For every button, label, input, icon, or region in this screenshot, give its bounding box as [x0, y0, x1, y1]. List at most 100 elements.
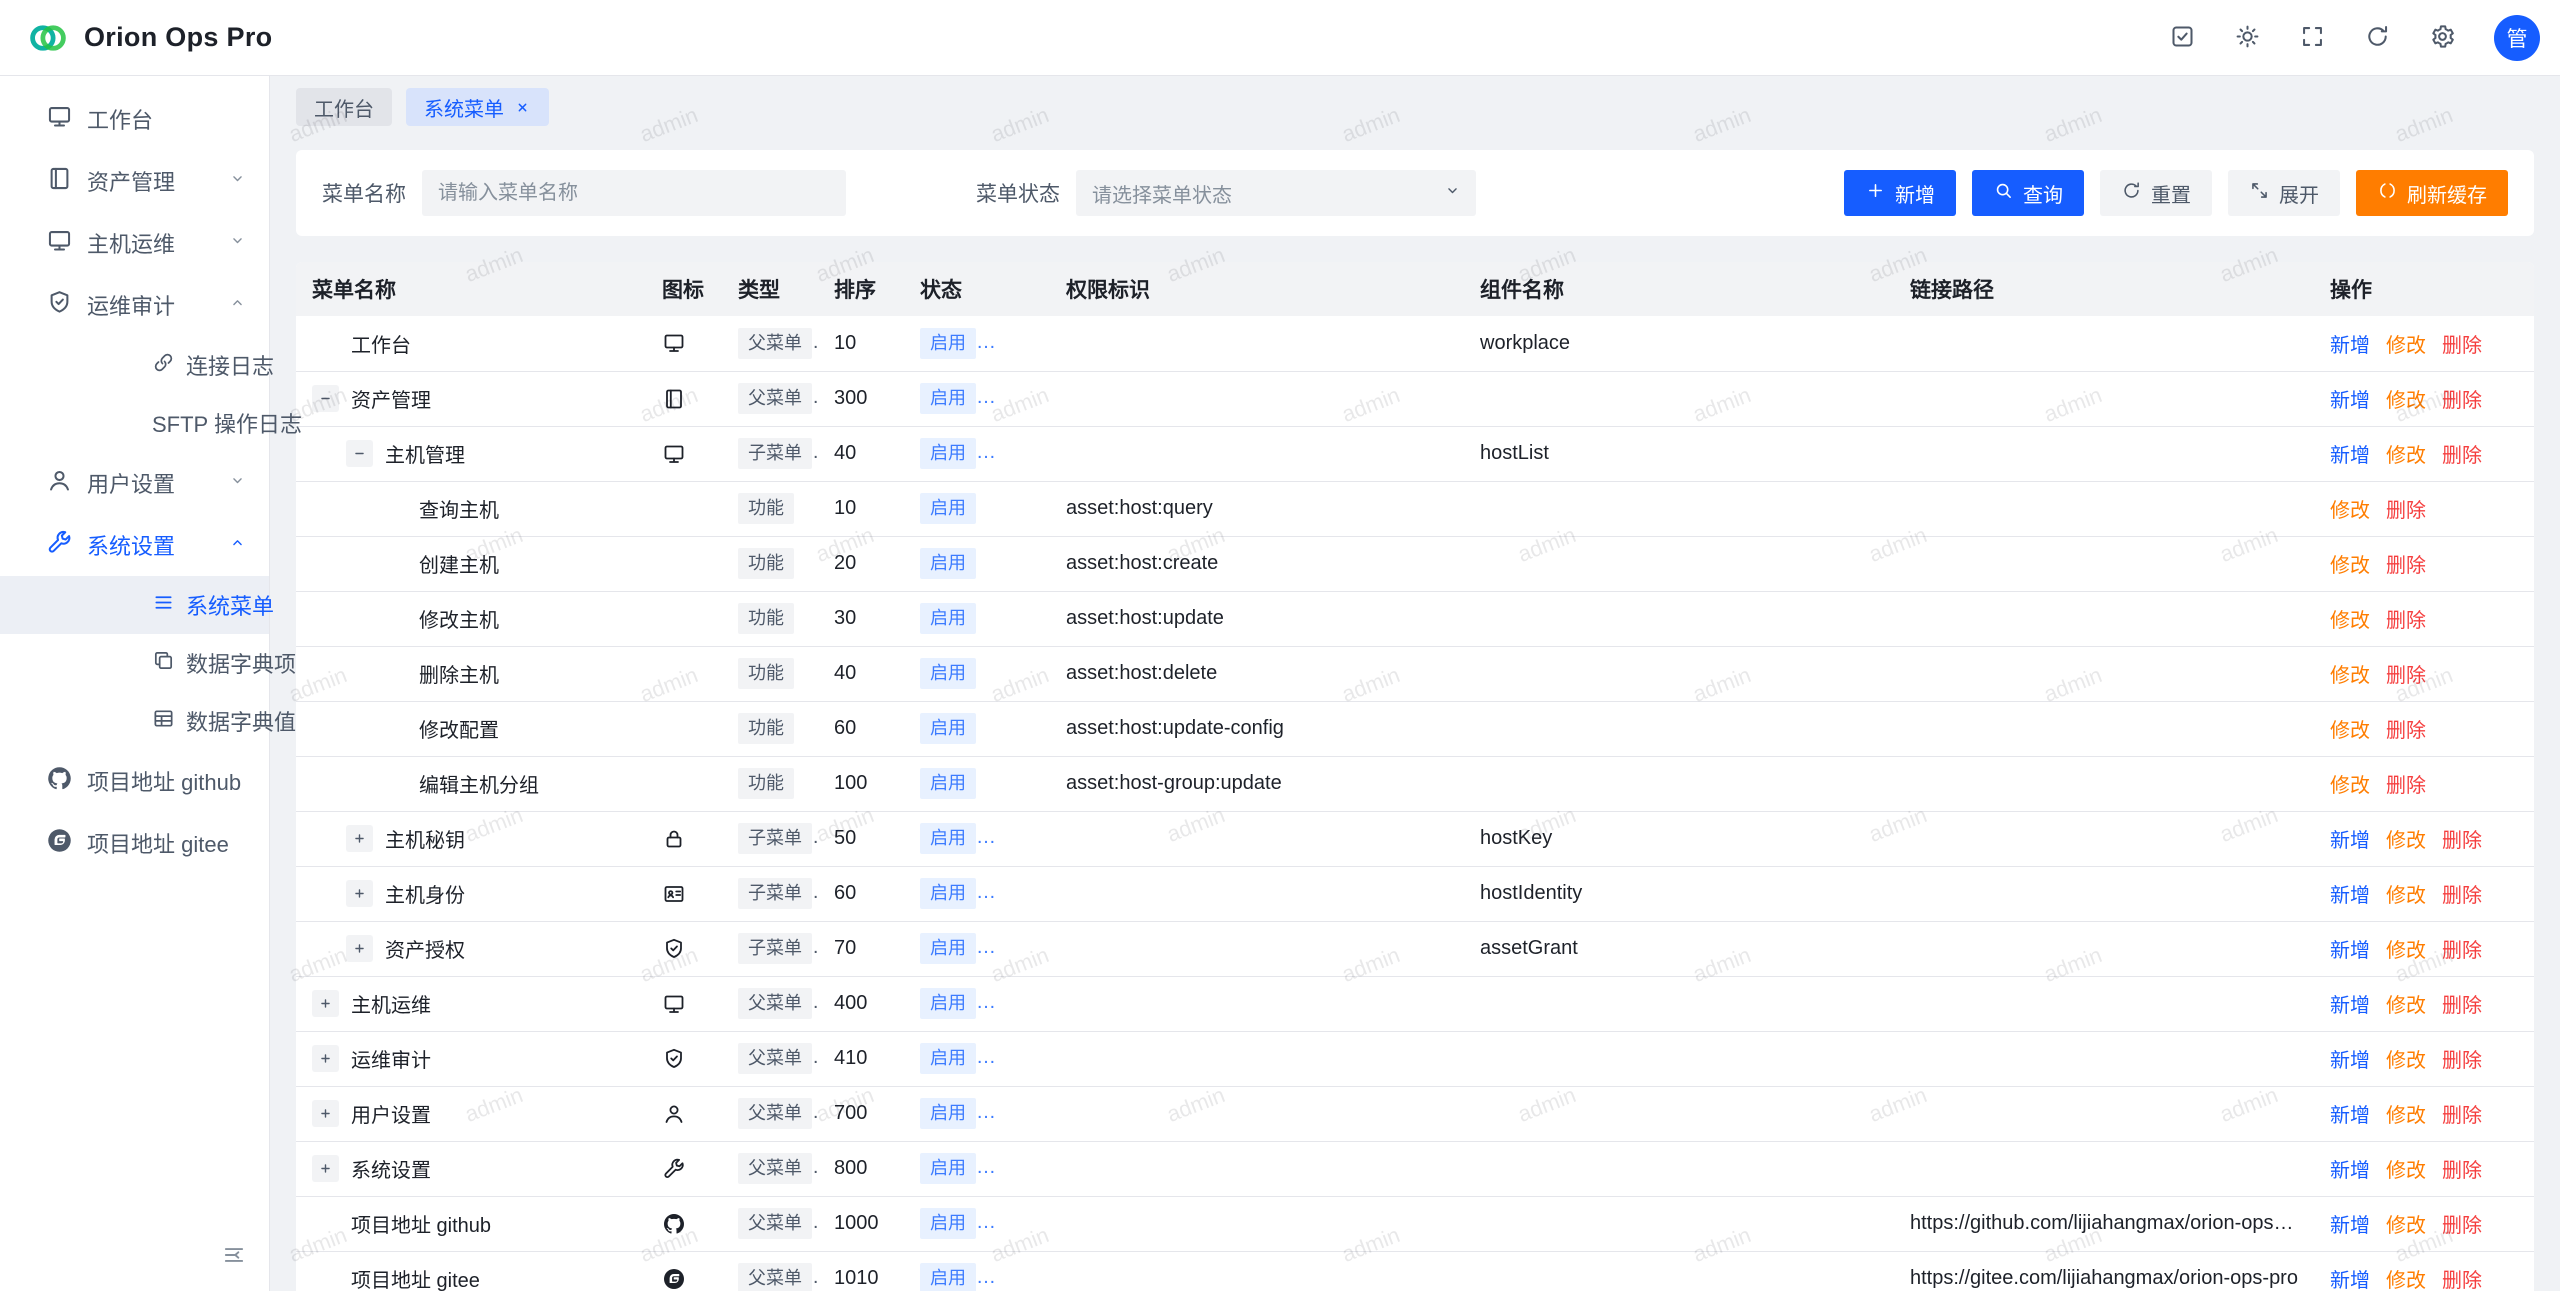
delete-link[interactable]: 删除: [2442, 1105, 2482, 1127]
delete-link[interactable]: 删除: [2442, 1050, 2482, 1072]
delete-link[interactable]: 删除: [2442, 1215, 2482, 1237]
collapse-row-button[interactable]: [346, 440, 373, 467]
add-link[interactable]: 新增: [2330, 1160, 2370, 1182]
brand[interactable]: Orion Ops Pro: [26, 16, 272, 60]
edit-link[interactable]: 修改: [2330, 500, 2370, 522]
add-link[interactable]: 新增: [2330, 335, 2370, 357]
collapse-row-button[interactable]: [312, 385, 339, 412]
add-link[interactable]: 新增: [2330, 445, 2370, 467]
menu-status-select[interactable]: 请选择菜单状态: [1076, 170, 1476, 216]
reload-button[interactable]: [2364, 23, 2391, 53]
sidebar-subitem-label: 系统菜单: [186, 589, 274, 621]
edit-link[interactable]: 修改: [2386, 445, 2426, 467]
delete-link[interactable]: 删除: [2386, 500, 2426, 522]
delete-link[interactable]: 删除: [2442, 995, 2482, 1017]
delete-link[interactable]: 删除: [2442, 885, 2482, 907]
edit-link[interactable]: 修改: [2386, 390, 2426, 412]
component-value: workplace: [1480, 332, 1570, 354]
edit-link[interactable]: 修改: [2330, 720, 2370, 742]
tab-close-icon[interactable]: [514, 99, 531, 116]
edit-link[interactable]: 修改: [2330, 555, 2370, 577]
sidebar-item-2[interactable]: 主机运维: [0, 212, 269, 274]
add-link[interactable]: 新增: [2330, 1050, 2370, 1072]
delete-link[interactable]: 删除: [2386, 665, 2426, 687]
edit-link[interactable]: 修改: [2386, 335, 2426, 357]
check-square-button[interactable]: [2169, 23, 2196, 53]
edit-link[interactable]: 修改: [2386, 995, 2426, 1017]
edit-link[interactable]: 修改: [2386, 1270, 2426, 1291]
tab-0[interactable]: 工作台: [296, 88, 392, 126]
add-link[interactable]: 新增: [2330, 390, 2370, 412]
expand-row-button[interactable]: [312, 990, 339, 1017]
delete-link[interactable]: 删除: [2442, 335, 2482, 357]
edit-link[interactable]: 修改: [2386, 1160, 2426, 1182]
sidebar-item-1[interactable]: 资产管理: [0, 150, 269, 212]
add-link[interactable]: 新增: [2330, 1215, 2370, 1237]
delete-link[interactable]: 删除: [2442, 445, 2482, 467]
expand-row-button[interactable]: [346, 935, 373, 962]
sidebar-item-7[interactable]: 项目地址 gitee: [0, 812, 269, 874]
edit-link[interactable]: 修改: [2386, 940, 2426, 962]
sort-value: 10: [834, 497, 856, 519]
edit-link[interactable]: 修改: [2386, 1215, 2426, 1237]
tab-1[interactable]: 系统菜单: [406, 88, 549, 126]
delete-link[interactable]: 删除: [2386, 610, 2426, 632]
edit-link[interactable]: 修改: [2330, 610, 2370, 632]
sidebar-item-6[interactable]: 项目地址 github: [0, 750, 269, 812]
delete-link[interactable]: 删除: [2386, 720, 2426, 742]
sidebar-item-4[interactable]: 用户设置: [0, 452, 269, 514]
type-tag: 功能: [738, 493, 794, 524]
delete-link[interactable]: 删除: [2442, 1160, 2482, 1182]
expand-row-button[interactable]: [346, 825, 373, 852]
sidebar-collapse-button[interactable]: [221, 1242, 247, 1271]
expand-row-button[interactable]: [346, 880, 373, 907]
edit-link[interactable]: 修改: [2330, 665, 2370, 687]
edit-link[interactable]: 修改: [2386, 830, 2426, 852]
delete-link[interactable]: 删除: [2442, 830, 2482, 852]
add-link[interactable]: 新增: [2330, 995, 2370, 1017]
sidebar-subitem-5-1[interactable]: 数据字典项: [0, 634, 269, 692]
reset-button[interactable]: 重置: [2100, 170, 2212, 216]
add-link[interactable]: 新增: [2330, 1105, 2370, 1127]
delete-link[interactable]: 删除: [2442, 390, 2482, 412]
search-button[interactable]: 查询: [1972, 170, 2084, 216]
menu-name-input[interactable]: [422, 170, 846, 216]
sun-icon: [2234, 23, 2261, 53]
user-avatar[interactable]: 管: [2494, 15, 2540, 61]
add-link[interactable]: 新增: [2330, 830, 2370, 852]
user-icon: [46, 467, 73, 500]
add-link[interactable]: 新增: [2330, 885, 2370, 907]
sidebar-item-0[interactable]: 工作台: [0, 88, 269, 150]
table-row: 编辑主机分组功能100启用asset:host-group:update修改删除: [296, 756, 2534, 811]
refresh-cache-button[interactable]: 刷新缓存: [2356, 170, 2508, 216]
edit-link[interactable]: 修改: [2386, 885, 2426, 907]
edit-link[interactable]: 修改: [2386, 1050, 2426, 1072]
sidebar-item-5[interactable]: 系统设置: [0, 514, 269, 576]
add-button[interactable]: 新增: [1844, 170, 1956, 216]
table-row: 运维审计父菜单410启用显示新增修改删除: [296, 1031, 2534, 1086]
add-link[interactable]: 新增: [2330, 1270, 2370, 1291]
expand-row-button[interactable]: [312, 1155, 339, 1182]
add-link[interactable]: 新增: [2330, 940, 2370, 962]
sidebar-subitem-5-2[interactable]: 数据字典值: [0, 692, 269, 750]
expand-row-button[interactable]: [312, 1045, 339, 1072]
gear-button[interactable]: [2429, 23, 2456, 53]
tab-bar: 工作台系统菜单: [270, 76, 2560, 126]
delete-link[interactable]: 删除: [2386, 775, 2426, 797]
type-tag: 功能: [738, 548, 794, 579]
expand-button[interactable]: 展开: [2228, 170, 2340, 216]
sidebar-subitem-5-0[interactable]: 系统菜单: [0, 576, 269, 634]
sidebar-item-3[interactable]: 运维审计: [0, 274, 269, 336]
sidebar-subitem-3-0[interactable]: 连接日志: [0, 336, 269, 394]
expand-row-button[interactable]: [312, 1100, 339, 1127]
type-tag: 功能: [738, 713, 794, 744]
delete-link[interactable]: 删除: [2442, 940, 2482, 962]
edit-link[interactable]: 修改: [2386, 1105, 2426, 1127]
edit-link[interactable]: 修改: [2330, 775, 2370, 797]
sidebar-subitem-3-1[interactable]: SFTP 操作日志: [0, 394, 269, 452]
desktop-icon: [662, 442, 706, 466]
sun-button[interactable]: [2234, 23, 2261, 53]
delete-link[interactable]: 删除: [2442, 1270, 2482, 1291]
delete-link[interactable]: 删除: [2386, 555, 2426, 577]
fullscreen-button[interactable]: [2299, 23, 2326, 53]
